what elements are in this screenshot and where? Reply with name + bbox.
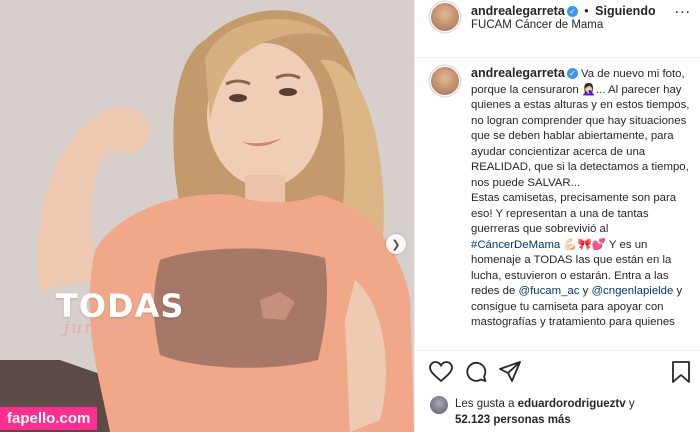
mention-cngenlapielde-link[interactable]: @cngenlapielde — [591, 285, 673, 297]
mention-fucam-link[interactable]: @fucam_ac — [519, 285, 580, 297]
comment-icon[interactable] — [465, 361, 487, 383]
author-username[interactable]: andrealegarreta — [471, 4, 565, 18]
verified-badge-icon: ✓ — [566, 6, 578, 17]
liker-username[interactable]: eduardorodrigueztv — [518, 398, 626, 410]
following-button[interactable]: Siguiendo — [595, 4, 655, 18]
hashtag-link[interactable]: #CáncerDeMama — [471, 239, 560, 251]
post-side-panel: andrealegarreta ✓ • Siguiendo FUCAM Cánce… — [414, 0, 700, 432]
likes-line-1: Les gusta a eduardorodrigueztv y — [455, 398, 635, 410]
save-bookmark-icon[interactable] — [672, 361, 690, 383]
caption-area[interactable]: andrealegarreta ✓ Va de nuevo mi foto, po… — [415, 58, 700, 348]
likes-summary: Les gusta a eduardorodrigueztv y 52.123 … — [415, 390, 700, 432]
liker-avatar[interactable] — [430, 396, 448, 414]
more-options-icon[interactable]: ... — [675, 0, 691, 18]
likes-count-text[interactable]: 52.123 personas más — [455, 414, 571, 426]
caption-username[interactable]: andrealegarreta — [471, 66, 565, 80]
todas-juntas-overlay: TODAS juntas — [56, 290, 184, 338]
likes-joiner: y — [628, 398, 635, 410]
likes-prefix: Les gusta a — [455, 398, 515, 410]
caption-text: andrealegarreta ✓ Va de nuevo mi foto, po… — [471, 66, 693, 331]
author-avatar[interactable] — [430, 2, 460, 32]
post-photo[interactable]: TODAS juntas ❯ — [0, 0, 414, 432]
caption-paragraph-2: Estas camisetas, precisamente son para e… — [471, 192, 677, 235]
action-bar — [415, 350, 700, 391]
chevron-right-icon: ❯ — [391, 238, 401, 251]
post-header: andrealegarreta ✓ • Siguiendo FUCAM Cánce… — [415, 0, 700, 58]
caption-avatar[interactable] — [430, 66, 460, 96]
caption-text-4: y — [579, 285, 592, 297]
share-direct-icon[interactable] — [499, 361, 521, 383]
header-line: andrealegarreta ✓ • Siguiendo — [471, 4, 656, 18]
like-heart-icon[interactable] — [429, 361, 453, 383]
separator-dot: • — [584, 4, 589, 18]
woman-photo-illustration — [0, 0, 414, 432]
caption-paragraph-1: Va de nuevo mi foto, porque la censuraro… — [471, 68, 690, 189]
watermark: fapello.com — [0, 407, 98, 430]
post-location[interactable]: FUCAM Cáncer de Mama — [471, 19, 603, 31]
caption-verified-badge-icon: ✓ — [566, 68, 578, 79]
next-photo-button[interactable]: ❯ — [386, 234, 406, 254]
likes-count[interactable]: 52.123 personas más — [455, 414, 571, 426]
